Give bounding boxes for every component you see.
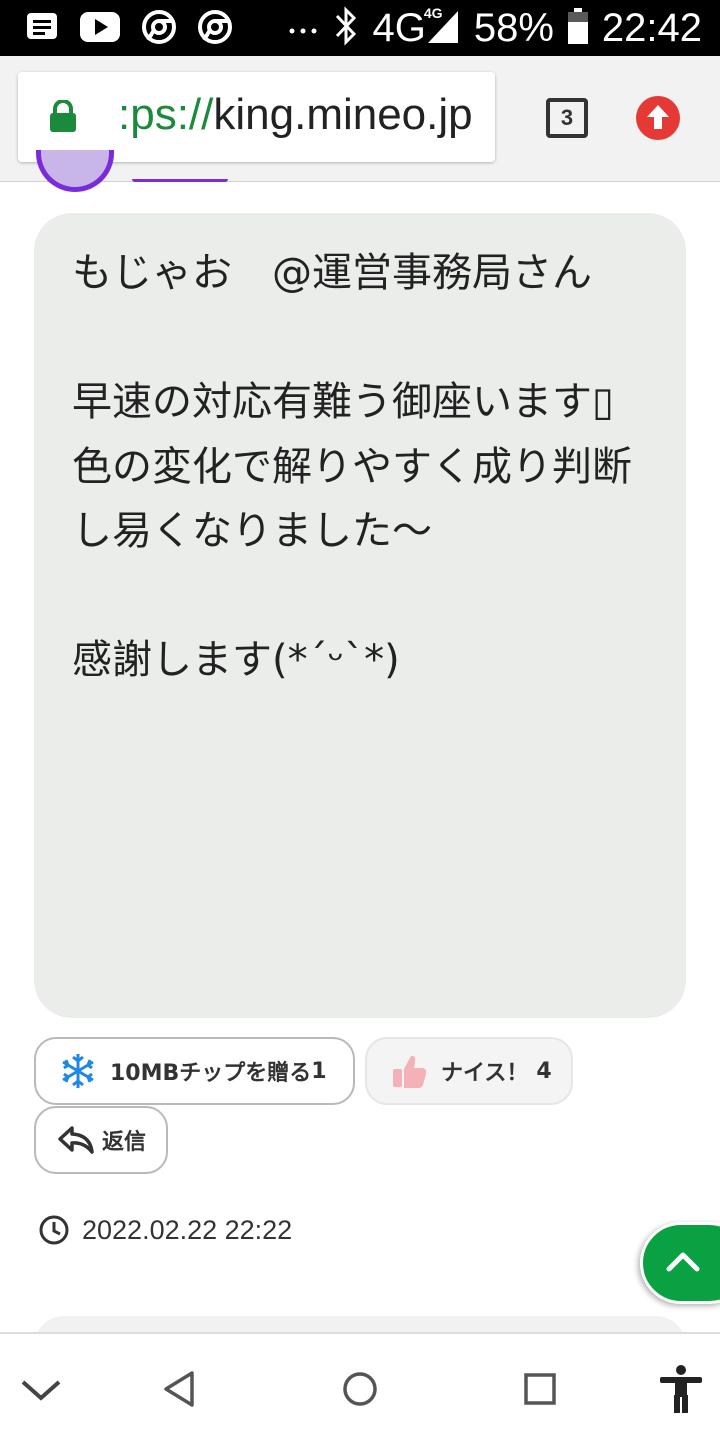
lock-icon (50, 100, 76, 132)
notification-icons (26, 10, 318, 48)
network-type: 4G (372, 6, 426, 50)
home-icon[interactable] (335, 1364, 385, 1414)
chrome-icon (142, 10, 176, 48)
accessibility-icon[interactable] (656, 1364, 706, 1414)
screen: 4G 4G 58% 22:42 :ps://king.mineo.jp 3 もじ… (0, 0, 720, 1440)
comment-text: もじゃお @運営事務局さん 早速の対応有難う御座います▯ 色の変化で解りやすく成… (72, 250, 632, 683)
recents-icon[interactable] (515, 1364, 565, 1414)
url-host: king.mineo.jp (213, 90, 473, 139)
username[interactable] (132, 160, 228, 182)
url-scheme: :ps:// (118, 90, 214, 139)
signal-icon: 4G (424, 5, 460, 49)
status-bar: 4G 4G 58% 22:42 (0, 0, 720, 56)
down-chevron-icon[interactable] (16, 1364, 66, 1414)
chevron-up-icon (666, 1252, 700, 1272)
tab-switcher-button[interactable]: 3 (546, 98, 588, 138)
battery-percent: 58% (473, 6, 554, 50)
tip-count: 1 (311, 1058, 327, 1084)
address-bar[interactable]: :ps://king.mineo.jp (18, 72, 495, 162)
bluetooth-icon (334, 6, 358, 50)
snowflake-icon (56, 1049, 100, 1093)
thumbs-up-icon (387, 1049, 431, 1093)
clock-icon (39, 1215, 69, 1245)
upload-button[interactable] (636, 96, 680, 140)
chrome-icon (198, 10, 232, 48)
battery-icon (567, 8, 588, 48)
reply-icon (54, 1118, 98, 1162)
youtube-icon (80, 12, 120, 46)
tip-button[interactable]: 10MBチップを贈る 1 (34, 1037, 355, 1105)
clock: 22:42 (601, 6, 702, 50)
nice-button[interactable]: ナイス！ 4 (365, 1037, 573, 1105)
nice-count: 4 (536, 1058, 552, 1084)
message-icon (26, 11, 58, 47)
arrow-up-icon (647, 105, 669, 129)
url-text[interactable]: :ps://king.mineo.jp (118, 90, 473, 140)
comment-bubble: もじゃお @運営事務局さん 早速の対応有難う御座います▯ 色の変化で解りやすく成… (34, 213, 686, 1018)
tip-label: 10MBチップを贈る (110, 1061, 312, 1086)
more-icon (288, 20, 318, 39)
nice-label: ナイス！ (441, 1061, 529, 1086)
back-icon[interactable] (154, 1364, 204, 1414)
reply-button[interactable]: 返信 (34, 1106, 168, 1174)
navigation-bar (0, 1332, 720, 1440)
scroll-to-top-button[interactable] (640, 1222, 720, 1304)
system-indicators: 4G 4G 58% 22:42 (334, 5, 702, 50)
reply-label: 返信 (102, 1130, 147, 1155)
timestamp-text: 2022.02.22 22:22 (82, 1214, 293, 1245)
timestamp: 2022.02.22 22:22 (38, 1212, 292, 1248)
avatar[interactable] (36, 150, 114, 192)
